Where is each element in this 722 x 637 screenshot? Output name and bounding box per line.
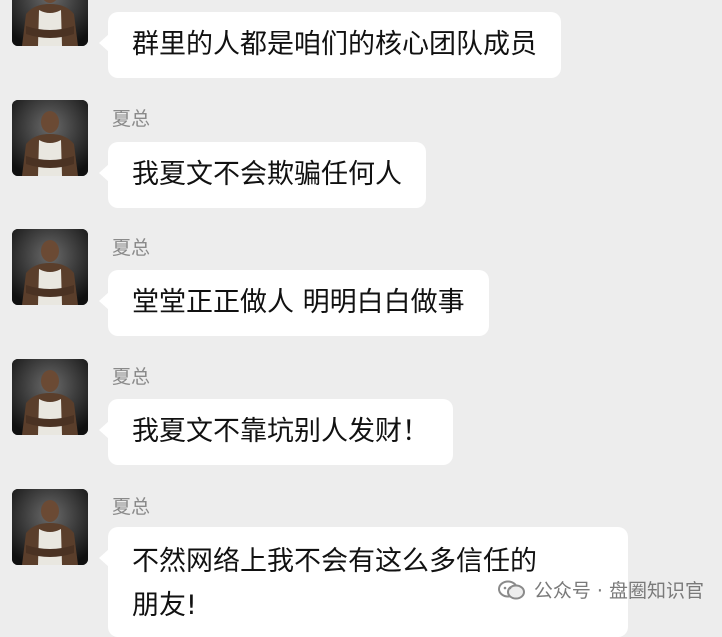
message-text: 我夏文不会欺骗任何人 xyxy=(132,159,402,190)
message-text: 我夏文不靠坑别人发财！ xyxy=(132,416,429,447)
sender-avatar[interactable] xyxy=(12,100,88,176)
message-text: 群里的人都是咱们的核心团队成员 xyxy=(132,29,537,60)
sender-avatar[interactable] xyxy=(12,0,88,46)
message-bubble[interactable]: 堂堂正正做人 明明白白做事 xyxy=(99,270,489,336)
message-text: 堂堂正正做人 明明白白做事 xyxy=(132,287,465,318)
person-avatar-icon xyxy=(12,100,88,176)
message-bubble[interactable]: 我夏文不会欺骗任何人 xyxy=(99,142,426,208)
watermark: 公众号 · 盘圈知识官 xyxy=(497,576,704,603)
message-bubble[interactable]: 我夏文不靠坑别人发财！ xyxy=(99,399,453,465)
person-avatar-icon xyxy=(12,0,88,46)
sender-name: 夏总 xyxy=(112,108,151,130)
watermark-text: 公众号 · 盘圈知识官 xyxy=(533,580,704,602)
sender-name: 夏总 xyxy=(112,366,151,388)
person-avatar-icon xyxy=(12,489,88,565)
sender-name: 夏总 xyxy=(112,237,151,259)
chat-screen: 群里的人都是咱们的核心团队成员 夏总 我夏文不会欺骗任何人 夏总 堂堂正正做人 … xyxy=(0,0,722,637)
message-bubble[interactable]: 群里的人都是咱们的核心团队成员 xyxy=(99,12,561,78)
wechat-official-account-icon xyxy=(497,580,525,599)
sender-avatar[interactable] xyxy=(12,229,88,305)
sender-avatar[interactable] xyxy=(12,489,88,565)
sender-avatar[interactable] xyxy=(12,359,88,435)
person-avatar-icon xyxy=(12,359,88,435)
sender-name: 夏总 xyxy=(112,496,151,518)
person-avatar-icon xyxy=(12,229,88,305)
